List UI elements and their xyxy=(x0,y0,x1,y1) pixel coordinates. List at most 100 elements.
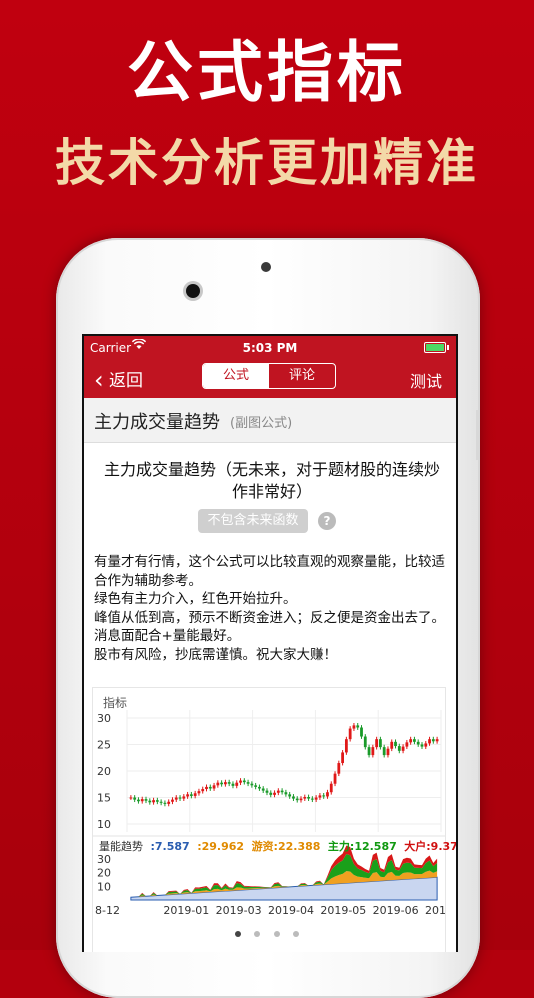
candle-body xyxy=(205,786,208,790)
price-tick-label: 30 xyxy=(97,712,111,725)
candle-body xyxy=(182,796,186,799)
candle-body xyxy=(360,727,363,737)
candle-body xyxy=(420,744,424,747)
candle-body xyxy=(235,782,239,786)
candle-body xyxy=(197,791,201,794)
back-label: 返回 xyxy=(109,371,144,391)
phone-speaker xyxy=(261,262,271,272)
price-tick-label: 25 xyxy=(97,738,111,751)
candle-body xyxy=(239,780,242,783)
indicator-value: :7.587 xyxy=(150,840,190,853)
candle-body xyxy=(250,783,254,786)
x-tick-label: 2019-05 xyxy=(320,904,366,917)
candle-body xyxy=(299,798,303,801)
candle-body xyxy=(284,792,288,795)
candle-body xyxy=(318,795,322,798)
candle-body xyxy=(178,797,182,799)
candle-body xyxy=(428,739,431,744)
candle-body xyxy=(375,739,379,748)
formula-description: 有量才有行情，这个公式可以比较直观的观察量能，比较适合作为辅助参考。 绿色有主力… xyxy=(94,553,446,665)
chart-svg: 30252015103020108-12 2019-01 2019-03 2019-0… xyxy=(93,710,445,917)
candle-body xyxy=(155,800,159,802)
candle-body xyxy=(386,748,390,756)
x-tick-label: 2019 xyxy=(425,904,445,917)
candle-body xyxy=(269,792,273,795)
description-line: 峰值从低到高，预示不断资金进入；反之便是资金出去了。 xyxy=(94,609,445,626)
candle-body xyxy=(171,799,174,802)
no-future-badge: 不包含未来函数 xyxy=(198,509,308,533)
phone-screen: Carrier 5:03 PM ‹ 返回 公式 评论 测试 主力成交量趋势 (副… xyxy=(82,334,458,952)
candle-body xyxy=(341,752,344,764)
indicator-value: 主力:12.587 xyxy=(327,840,397,853)
candle-body xyxy=(163,802,167,804)
candle-body xyxy=(382,747,386,756)
candle-body xyxy=(394,741,397,747)
back-button[interactable]: ‹ 返回 xyxy=(94,366,144,394)
price-tick-label: 15 xyxy=(97,792,111,805)
formula-subtitle: (副图公式) xyxy=(230,416,293,431)
candle-body xyxy=(231,783,235,786)
candle-body xyxy=(295,798,299,801)
promo-headline: 公式指标 xyxy=(127,34,407,111)
volume-tick-label: 30 xyxy=(97,853,111,866)
candle-body xyxy=(227,782,231,784)
candle-body xyxy=(435,739,439,742)
help-icon[interactable]: ? xyxy=(318,512,336,530)
candle-body xyxy=(144,799,148,801)
candle-body xyxy=(310,798,314,800)
candle-body xyxy=(390,741,394,749)
x-tick-label: 2019-03 xyxy=(216,904,262,917)
candle-body xyxy=(280,790,284,793)
navigation-bar: Carrier 5:03 PM ‹ 返回 公式 评论 测试 xyxy=(84,336,456,398)
candle-body xyxy=(152,800,155,803)
page-dot[interactable] xyxy=(273,931,280,937)
candle-body xyxy=(322,795,326,797)
candle-body xyxy=(292,796,295,799)
volume-baseline-area xyxy=(130,876,438,901)
candle-body xyxy=(397,746,401,751)
page-dot[interactable] xyxy=(292,931,299,937)
candle-body xyxy=(352,725,356,729)
candle-body xyxy=(167,801,171,804)
candle-body xyxy=(261,788,265,791)
candle-body xyxy=(409,739,413,743)
status-time: 5:03 PM xyxy=(242,341,298,355)
candle-body xyxy=(307,796,310,799)
candle-body xyxy=(246,782,250,784)
candle-body xyxy=(379,739,382,748)
page-dot[interactable] xyxy=(254,931,261,937)
chevron-left-icon: ‹ xyxy=(94,366,104,394)
tab-formula[interactable]: 公式 xyxy=(203,364,269,388)
status-bar: Carrier 5:03 PM xyxy=(84,336,456,358)
candle-body xyxy=(186,794,189,797)
candle-body xyxy=(148,800,152,803)
phone-side-button xyxy=(476,410,480,460)
candle-body xyxy=(337,763,341,774)
price-tick-label: 10 xyxy=(97,818,111,831)
test-button[interactable]: 测试 xyxy=(410,368,442,392)
price-tick-label: 20 xyxy=(97,765,111,778)
formula-detail: 主力成交量趋势（无未来，对于题材股的连续炒作非常好） 不包含未来函数 ? 有量才… xyxy=(84,443,456,952)
formula-title: 主力成交量趋势 xyxy=(94,412,220,433)
candle-body xyxy=(431,739,435,742)
description-line: 绿色有主力介入，红色开始拉升。 xyxy=(94,591,297,608)
tab-comments[interactable]: 评论 xyxy=(269,364,335,388)
volume-tick-label: 20 xyxy=(97,867,111,880)
candle-body xyxy=(174,797,178,800)
candle-body xyxy=(288,794,292,797)
candle-body xyxy=(258,786,261,789)
x-tick-label: 8-12 xyxy=(95,904,120,917)
candle-body xyxy=(401,746,405,751)
candle-body xyxy=(129,797,133,799)
candle-body xyxy=(371,747,375,756)
x-tick-label: 2019-06 xyxy=(373,904,419,917)
candle-body xyxy=(405,742,409,747)
page-dot[interactable] xyxy=(235,931,242,937)
candle-body xyxy=(159,801,163,803)
candle-body xyxy=(276,790,280,793)
candle-body xyxy=(329,783,333,793)
candle-body xyxy=(314,797,318,800)
description-line: 消息面配合+量能最好。 xyxy=(94,628,241,645)
indicator-chart[interactable]: 指标 30 25 20 15 10 30 20 10 8-12 2019-01 2019-03 201… xyxy=(92,687,456,952)
candle-body xyxy=(216,782,220,786)
